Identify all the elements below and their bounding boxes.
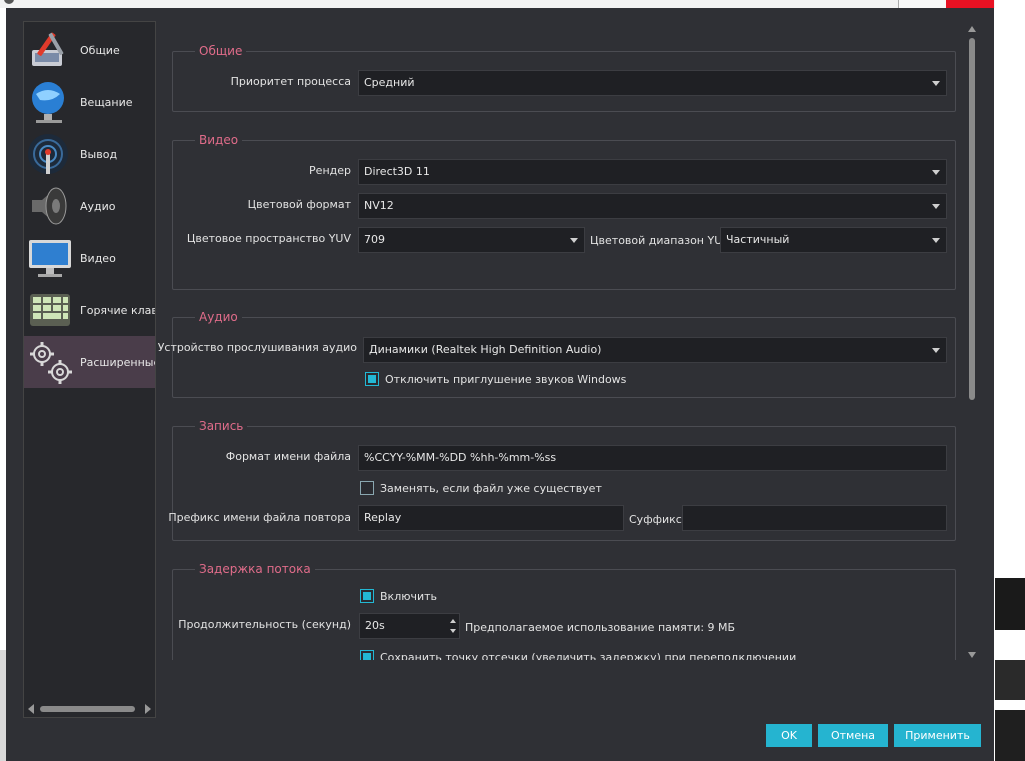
apply-button[interactable]: Применить xyxy=(894,724,981,747)
spin-down-icon[interactable] xyxy=(450,629,456,633)
filename-format-label: Формат имени файла xyxy=(225,450,351,463)
spin-up-icon[interactable] xyxy=(450,619,456,623)
renderer-select[interactable]: Direct3D 11 xyxy=(358,159,947,185)
background-window-fragment xyxy=(995,578,1025,630)
settings-sidebar: Общие Вещание Вывод Аудио Видео Горячие … xyxy=(23,21,156,718)
stream-delay-enable-label: Включить xyxy=(380,590,438,603)
chevron-down-icon xyxy=(932,81,940,86)
process-priority-label: Приоритет процесса xyxy=(230,75,351,88)
select-value: Direct3D 11 xyxy=(364,165,430,178)
group-general: Общие Приоритет процесса Средний xyxy=(172,44,956,112)
app-icon xyxy=(4,0,14,4)
broadcast-globe-icon xyxy=(32,82,64,123)
yuv-color-space-select[interactable]: 709 xyxy=(358,227,585,253)
sidebar-item-general[interactable]: Общие xyxy=(24,24,155,76)
scroll-down-arrow-icon[interactable] xyxy=(968,652,976,658)
speaker-icon xyxy=(32,187,67,225)
chevron-down-icon xyxy=(570,238,578,243)
monitor-icon xyxy=(29,240,71,277)
group-stream-delay: Задержка потока Включить Продолжительнос… xyxy=(172,562,956,660)
select-value: Частичный xyxy=(726,233,790,246)
background-desktop-edge xyxy=(995,0,1025,761)
group-title: Задержка потока xyxy=(195,562,315,576)
suffix-label: Суффикс xyxy=(629,513,682,526)
filename-format-field[interactable]: %CCYY-%MM-%DD %hh-%mm-%ss xyxy=(358,445,947,471)
select-value: Динамики (Realtek High Definition Audio) xyxy=(369,343,602,356)
sidebar-item-label: Горячие клави xyxy=(80,303,155,317)
scroll-up-arrow-icon[interactable] xyxy=(968,26,976,32)
yuv-color-space-label: Цветовое пространство YUV xyxy=(186,232,351,245)
sidebar-item-label: Расширенные xyxy=(80,355,156,369)
group-recording: Запись Формат имени файла %CCYY-%MM-%DD … xyxy=(168,419,956,541)
select-value: NV12 xyxy=(364,199,394,212)
overwrite-checkbox[interactable] xyxy=(360,481,374,495)
group-title: Аудио xyxy=(195,310,242,324)
group-title: Видео xyxy=(195,133,243,147)
monitoring-device-select[interactable]: Динамики (Realtek High Definition Audio) xyxy=(363,337,947,363)
select-value: Средний xyxy=(364,76,415,89)
gears-icon xyxy=(30,342,72,384)
disable-ducking-label: Отключить приглушение звуков Windows xyxy=(385,373,627,386)
background-window-fragment xyxy=(995,660,1025,700)
sidebar-item-label: Аудио xyxy=(80,199,116,213)
replay-prefix-field[interactable]: Replay xyxy=(358,505,624,531)
sidebar-item-label: Вещание xyxy=(80,95,133,109)
color-format-select[interactable]: NV12 xyxy=(358,193,947,219)
ok-button[interactable]: OK xyxy=(766,724,812,747)
output-antenna-icon xyxy=(28,134,68,174)
delay-duration-spinbox[interactable]: 20s xyxy=(359,613,460,639)
sidebar-item-broadcast[interactable]: Вещание xyxy=(24,76,155,128)
suffix-field[interactable] xyxy=(682,505,947,531)
memory-estimate-text: Предполагаемое использование памяти: 9 М… xyxy=(465,621,736,634)
settings-vertical-scrollbar[interactable] xyxy=(966,24,980,660)
select-value: 709 xyxy=(364,233,385,246)
disable-ducking-checkbox[interactable] xyxy=(365,372,379,386)
yuv-color-range-label: Цветовой диапазон YUV xyxy=(590,234,730,247)
chevron-down-icon xyxy=(932,204,940,209)
scrollbar-thumb[interactable] xyxy=(969,38,975,400)
chevron-down-icon xyxy=(932,348,940,353)
scroll-right-arrow-icon[interactable] xyxy=(145,704,151,714)
renderer-label: Рендер xyxy=(309,164,351,177)
monitoring-device-label: Устройство прослушивания аудио xyxy=(157,341,357,354)
chevron-down-icon xyxy=(932,170,940,175)
background-desktop-edge xyxy=(0,650,6,761)
yuv-color-range-select[interactable]: Частичный xyxy=(720,227,947,253)
background-window-fragment xyxy=(995,710,1025,761)
close-window-button[interactable] xyxy=(946,0,994,8)
sidebar-item-output[interactable]: Вывод xyxy=(24,128,155,180)
group-title: Общие xyxy=(195,44,247,58)
process-priority-select[interactable]: Средний xyxy=(358,70,947,96)
replay-prefix-label: Префикс имени файла повтора xyxy=(168,511,351,524)
scroll-left-arrow-icon[interactable] xyxy=(28,704,34,714)
sidebar-item-video[interactable]: Видео xyxy=(24,232,155,284)
cancel-button[interactable]: Отмена xyxy=(818,724,888,747)
stream-delay-clip: Задержка потока Включить Продолжительнос… xyxy=(160,558,966,660)
chevron-down-icon xyxy=(932,238,940,243)
group-title: Запись xyxy=(195,419,248,433)
stream-delay-enable-checkbox[interactable] xyxy=(360,589,374,603)
sidebar-item-label: Общие xyxy=(80,43,120,57)
sidebar-item-hotkeys[interactable]: Горячие клави xyxy=(24,284,155,336)
field-value: 20s xyxy=(365,619,385,632)
color-format-label: Цветовой формат xyxy=(247,198,351,211)
scrollbar-thumb[interactable] xyxy=(40,706,135,712)
group-audio: Аудио Устройство прослушивания аудио Дин… xyxy=(158,310,956,398)
sidebar-item-label: Вывод xyxy=(80,147,118,161)
title-bar xyxy=(0,0,1025,9)
sidebar-horizontal-scrollbar[interactable] xyxy=(24,701,155,717)
sidebar-item-advanced[interactable]: Расширенные xyxy=(24,336,155,388)
field-value: %CCYY-%MM-%DD %hh-%mm-%ss xyxy=(364,451,557,464)
preserve-cutoff-checkbox[interactable] xyxy=(360,650,374,660)
overwrite-label: Заменять, если файл уже существует xyxy=(380,482,602,495)
preserve-cutoff-label: Сохранить точку отсечки (увеличить задер… xyxy=(380,651,797,660)
keyboard-icon xyxy=(30,294,70,326)
field-value: Replay xyxy=(364,511,402,524)
delay-duration-label: Продолжительность (секунд) xyxy=(178,618,351,631)
sidebar-item-audio[interactable]: Аудио xyxy=(24,180,155,232)
sidebar-item-label: Видео xyxy=(80,251,116,265)
group-video: Видео Рендер Direct3D 11 Цветовой формат… xyxy=(172,133,956,290)
general-settings-icon xyxy=(32,32,64,66)
